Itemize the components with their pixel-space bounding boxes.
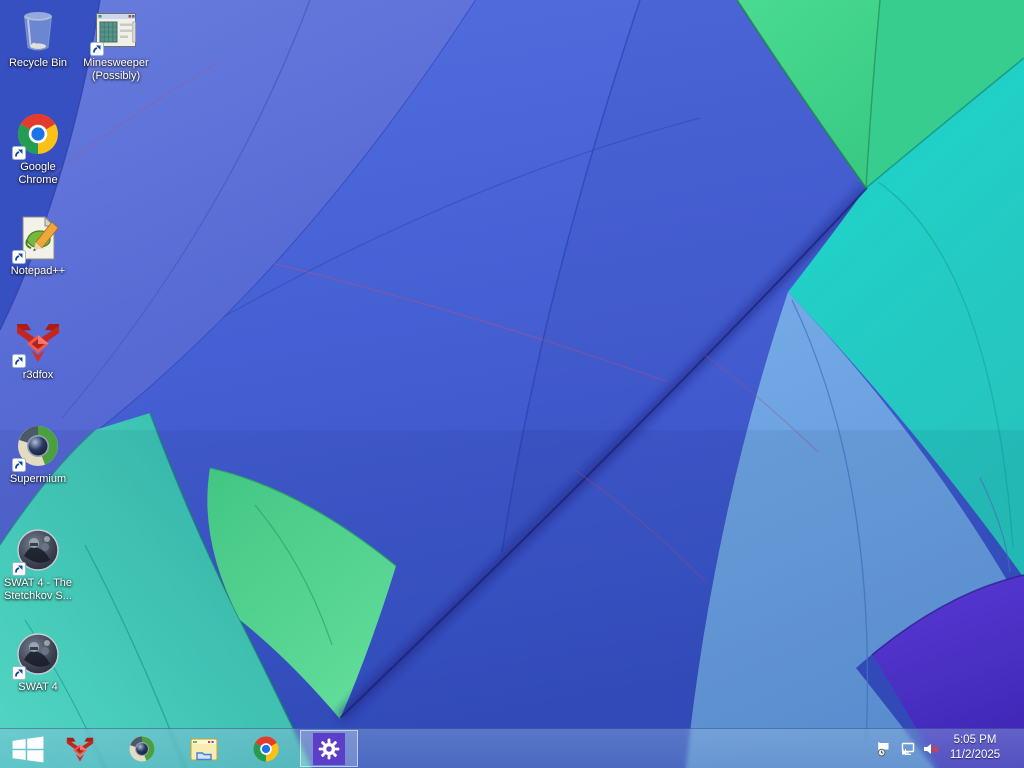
desktop-icon-minesweeper[interactable]: Minesweeper (Possibly) <box>78 6 154 83</box>
taskbar-file-explorer-button[interactable] <box>189 729 219 768</box>
desktop-icon-label: Recycle Bin <box>8 57 68 69</box>
desktop-icon-notepad-plus-plus[interactable]: Notepad++ <box>0 214 76 278</box>
windows-start-icon <box>12 735 44 762</box>
shortcut-arrow-icon <box>12 354 26 368</box>
start-button[interactable] <box>4 729 52 768</box>
desktop-screen: Recycle Bin Minesweeper (Possibly) Googl… <box>0 0 1024 768</box>
shortcut-arrow-icon <box>90 42 104 56</box>
clock-time: 5:05 PM <box>953 734 997 746</box>
volume-muted-icon[interactable] <box>922 741 940 757</box>
action-center-flag-icon[interactable] <box>876 741 892 757</box>
desktop-icon-label: Notepad++ <box>10 265 66 277</box>
file-explorer-icon <box>190 738 218 760</box>
desktop-icon-label: Google Chrome <box>18 161 58 186</box>
chrome-icon <box>253 736 279 761</box>
taskbar-r3dfox-button[interactable] <box>65 729 95 768</box>
desktop-icon-label: Supermium <box>9 473 67 485</box>
wallpaper[interactable] <box>0 0 1024 768</box>
shortcut-arrow-icon <box>12 250 26 264</box>
recycle-bin-icon <box>23 12 53 51</box>
clock-date: 11/2/2025 <box>949 749 1001 761</box>
desktop-icon-label: SWAT 4 - The Stetchkov S... <box>3 577 73 602</box>
gear-icon <box>318 738 340 759</box>
network-icon[interactable] <box>900 741 916 757</box>
taskbar-settings-button[interactable] <box>313 729 345 768</box>
taskbar-chrome-button[interactable] <box>251 729 281 768</box>
desktop-icon-label: SWAT 4 <box>18 681 58 693</box>
taskbar-clock[interactable]: 5:05 PM 11/2/2025 <box>940 733 1010 763</box>
desktop-icon-label: r3dfox <box>22 369 54 381</box>
desktop-icon-label: Minesweeper (Possibly) <box>83 57 149 82</box>
supermium-icon <box>129 736 155 761</box>
r3dfox-icon <box>66 737 94 761</box>
desktop-icon-r3dfox[interactable]: r3dfox <box>0 318 76 382</box>
desktop-icon-google-chrome[interactable]: Google Chrome <box>0 110 76 187</box>
shortcut-arrow-icon <box>12 666 26 680</box>
desktop-icon-recycle-bin[interactable]: Recycle Bin <box>0 6 76 70</box>
taskbar: 5:05 PM 11/2/2025 <box>0 728 1024 768</box>
shortcut-arrow-icon <box>12 146 26 160</box>
desktop-icon-supermium[interactable]: Supermium <box>0 422 76 486</box>
settings-tile <box>313 732 345 765</box>
desktop-icon-swat4-stetchkov[interactable]: SWAT 4 - The Stetchkov S... <box>0 526 76 603</box>
desktop-icon-swat4[interactable]: SWAT 4 <box>0 630 76 694</box>
shortcut-arrow-icon <box>12 458 26 472</box>
shortcut-arrow-icon <box>12 562 26 576</box>
taskbar-supermium-button[interactable] <box>127 729 157 768</box>
